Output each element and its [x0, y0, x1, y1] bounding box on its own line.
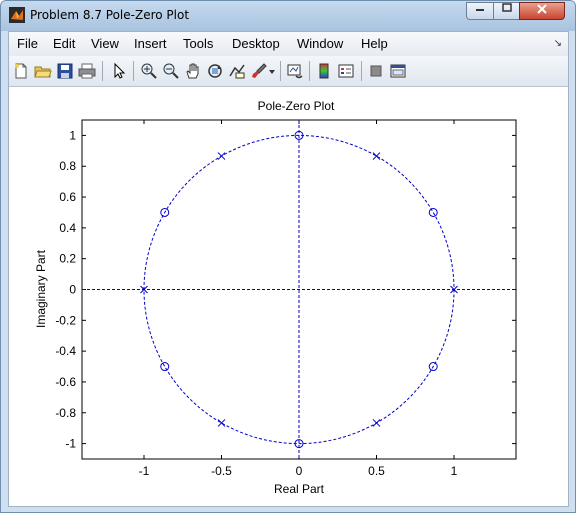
- y-tick-label: -0.8: [55, 406, 76, 420]
- menu-desktop[interactable]: Desktop: [232, 36, 280, 51]
- y-tick-label: 0.2: [59, 252, 76, 266]
- y-axis-label: Imaginary Part: [34, 249, 48, 328]
- zoom-in-icon[interactable]: [140, 62, 158, 80]
- menu-file[interactable]: File: [17, 36, 38, 51]
- y-tick-label: 0.8: [59, 159, 76, 173]
- minimize-icon: [476, 9, 484, 11]
- maximize-icon: [501, 3, 512, 12]
- link-plot-icon[interactable]: [286, 62, 304, 80]
- x-tick-label: 0.5: [368, 464, 385, 478]
- print-icon[interactable]: [78, 62, 96, 80]
- toolbar-separator: [361, 61, 362, 81]
- pole-zero-plot: Pole-Zero Plot -1 -0.5 0 0.5 1 1 0.8 0.6 0.4 0.2 0…: [34, 99, 517, 496]
- toolbar-separator: [309, 61, 310, 81]
- maximize-button[interactable]: [493, 2, 520, 20]
- dock-arrow-icon[interactable]: ↘: [554, 38, 562, 49]
- toolbar-separator: [133, 61, 134, 81]
- x-tick-label: -1: [139, 464, 150, 478]
- y-tick-label: -0.2: [55, 313, 76, 327]
- new-figure-icon[interactable]: [12, 62, 30, 80]
- save-icon[interactable]: [56, 62, 74, 80]
- dropdown-arrow-icon[interactable]: [267, 62, 277, 80]
- figure-window: Problem 8.7 Pole-Zero Plot File Edit Vie…: [0, 0, 576, 513]
- pan-icon[interactable]: [184, 62, 202, 80]
- hide-plot-tools-icon[interactable]: [367, 62, 385, 80]
- y-tick-label: -0.6: [55, 375, 76, 389]
- colorbar-icon[interactable]: [315, 62, 333, 80]
- menu-insert[interactable]: Insert: [134, 36, 167, 51]
- close-button[interactable]: [519, 2, 565, 20]
- menu-window[interactable]: Window: [297, 36, 343, 51]
- show-plot-tools-icon[interactable]: [389, 62, 407, 80]
- menu-tools[interactable]: Tools: [183, 36, 213, 51]
- y-tick-label: -1: [65, 437, 76, 451]
- menu-edit[interactable]: Edit: [53, 36, 75, 51]
- chart-title: Pole-Zero Plot: [258, 99, 335, 113]
- client-area: File Edit View Insert Tools Desktop Wind…: [8, 31, 569, 507]
- close-icon: [537, 4, 547, 14]
- window-title: Problem 8.7 Pole-Zero Plot: [30, 8, 190, 22]
- x-tick-label: -0.5: [211, 464, 232, 478]
- menu-bar: File Edit View Insert Tools Desktop Wind…: [9, 32, 568, 56]
- y-tick-label: 0.6: [59, 190, 76, 204]
- toolbar-separator: [102, 61, 103, 81]
- x-tick-label: 1: [451, 464, 458, 478]
- legend-icon[interactable]: [337, 62, 355, 80]
- x-axis-label: Real Part: [274, 482, 325, 496]
- y-tick-label: 0: [69, 283, 76, 297]
- matlab-icon: [9, 7, 25, 23]
- y-tick-label: 1: [69, 128, 76, 142]
- toolbar-separator: [280, 61, 281, 81]
- brush-icon[interactable]: [250, 62, 268, 80]
- open-icon[interactable]: [34, 62, 52, 80]
- y-tick-label: -0.4: [55, 344, 76, 358]
- x-tick-label: 0: [296, 464, 303, 478]
- y-tick-label: 0.4: [59, 221, 76, 235]
- menu-view[interactable]: View: [91, 36, 119, 51]
- zoom-out-icon[interactable]: [162, 62, 180, 80]
- pointer-icon[interactable]: [110, 62, 128, 80]
- menu-help[interactable]: Help: [361, 36, 388, 51]
- data-cursor-icon[interactable]: [228, 62, 246, 80]
- rotate-icon[interactable]: [206, 62, 224, 80]
- minimize-button[interactable]: [466, 2, 494, 20]
- figure-canvas: Pole-Zero Plot -1 -0.5 0 0.5 1 1 0.8 0.6 0.4 0.2 0…: [9, 87, 568, 506]
- figure-toolbar: [9, 56, 568, 87]
- title-bar[interactable]: Problem 8.7 Pole-Zero Plot: [1, 1, 575, 31]
